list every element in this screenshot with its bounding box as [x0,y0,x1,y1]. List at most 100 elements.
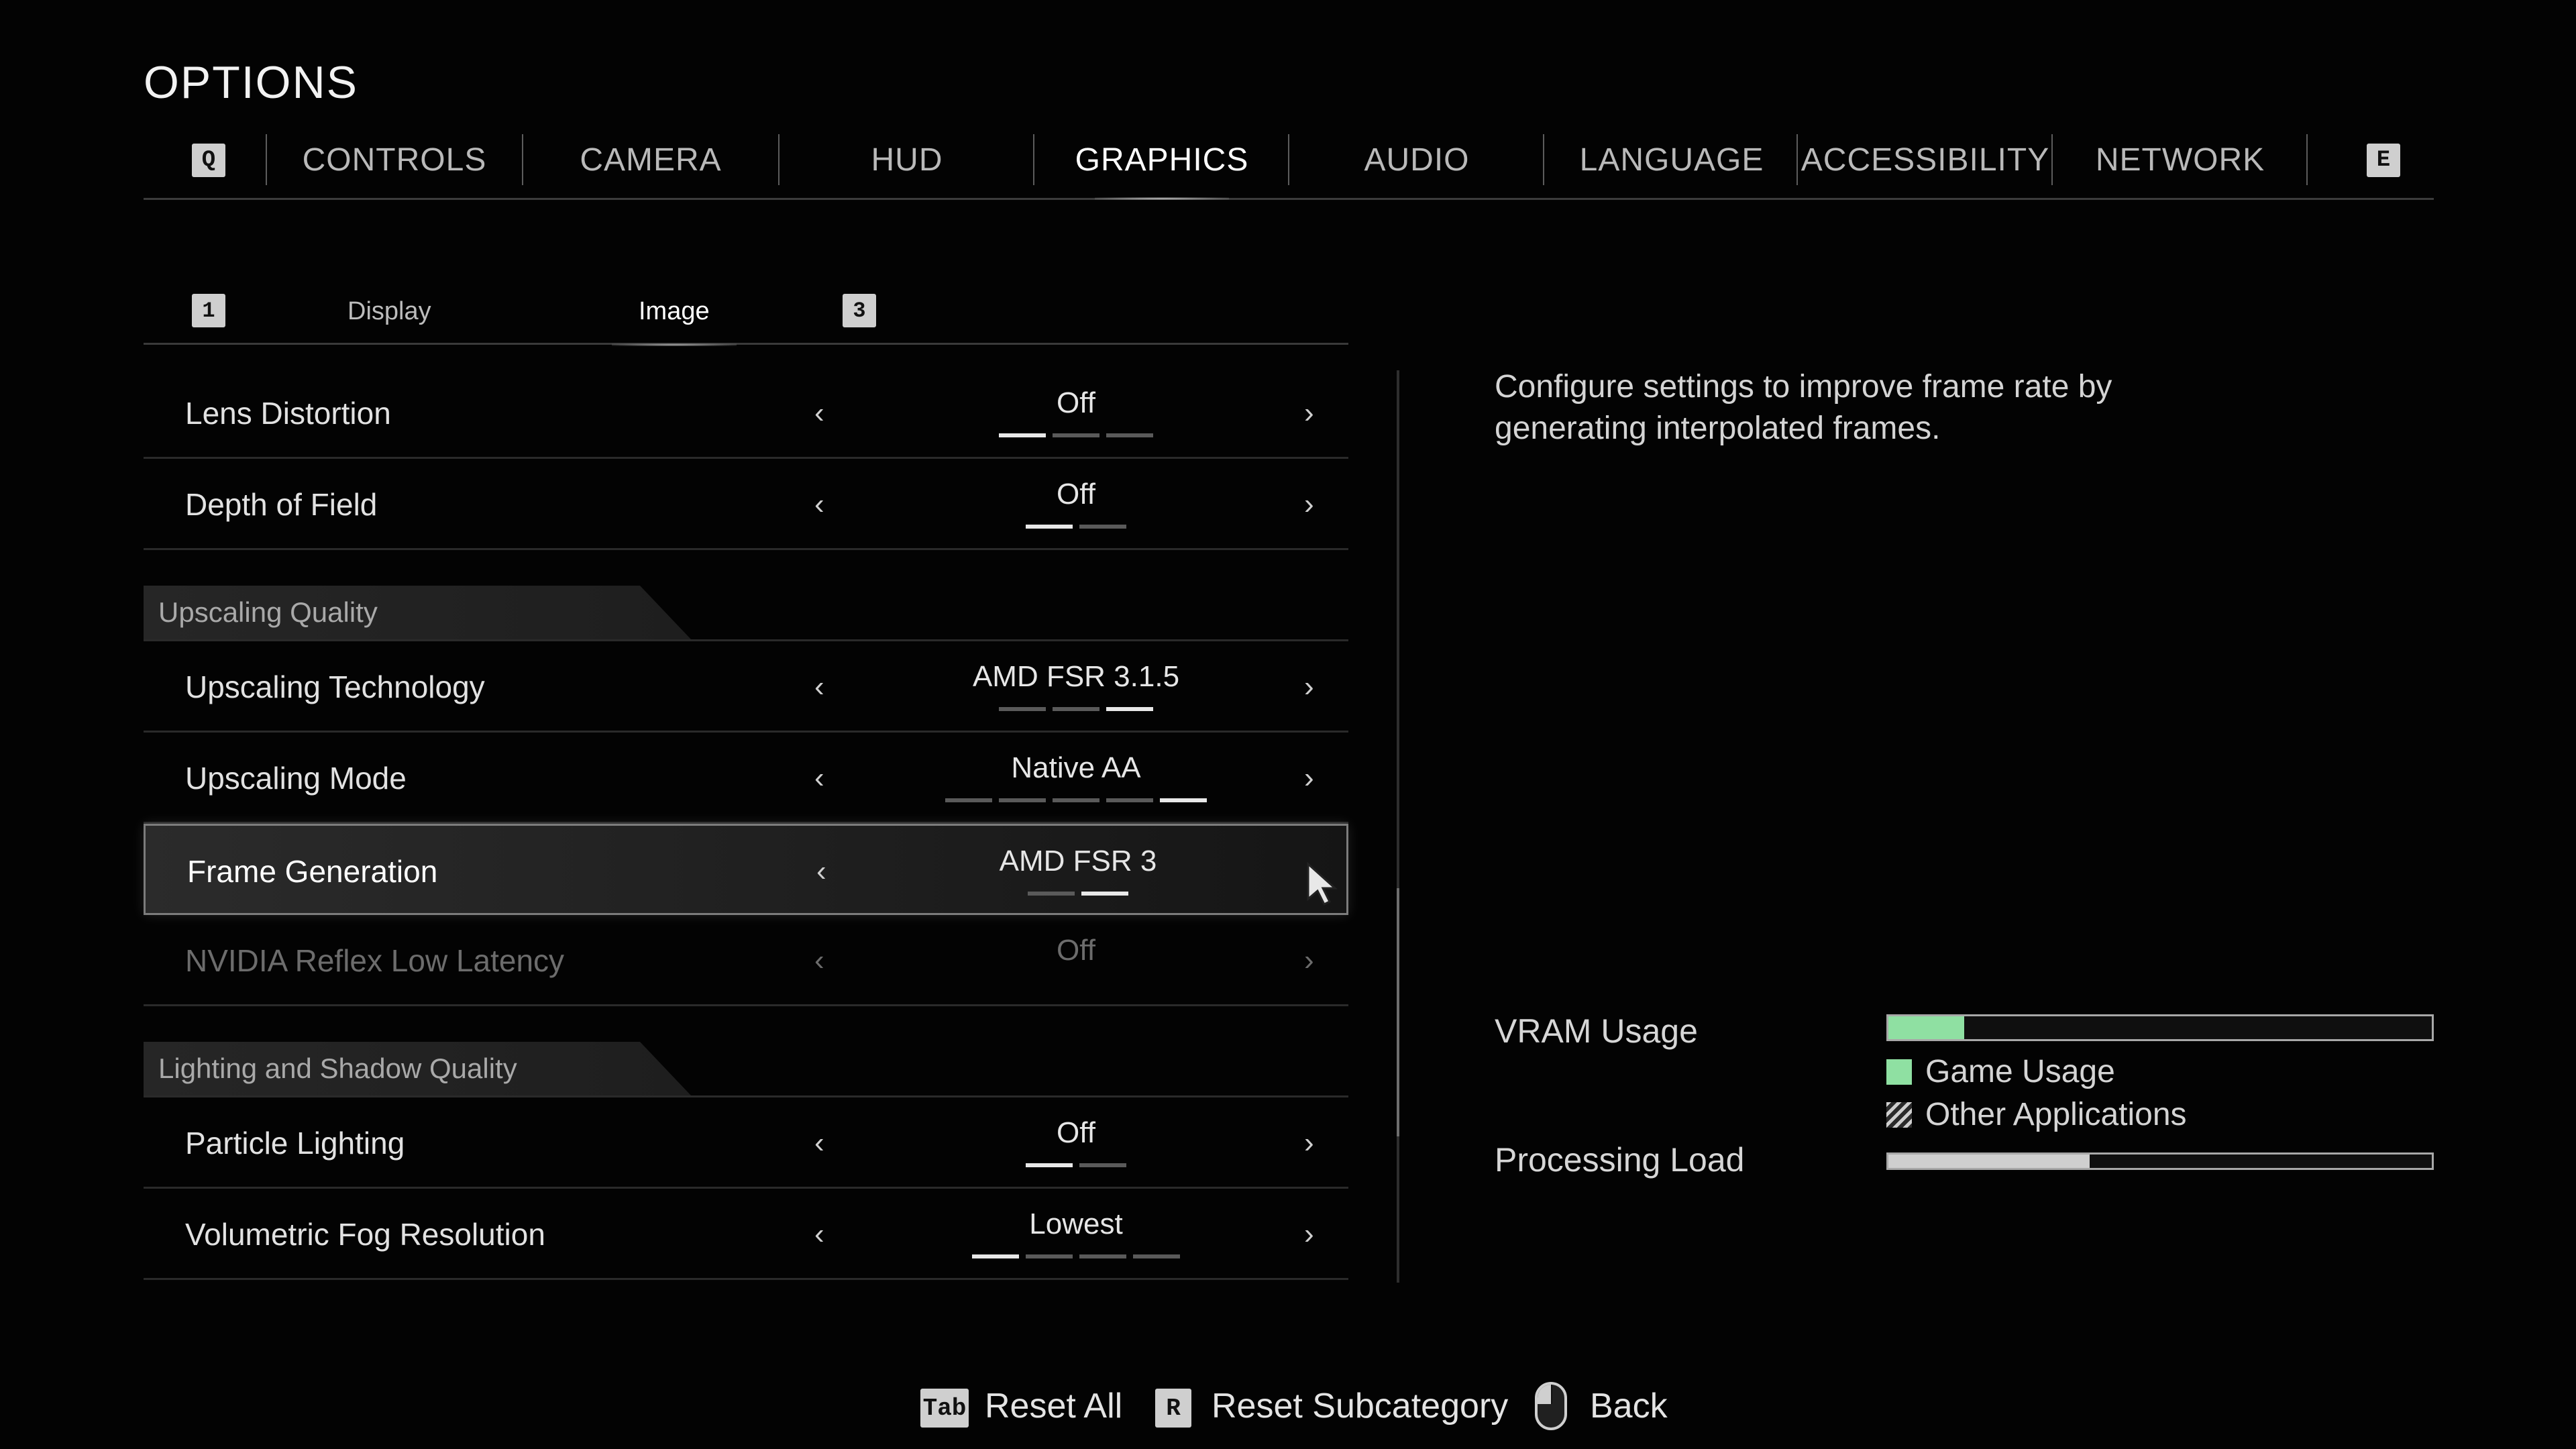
next-subtab-key[interactable]: 3 [843,294,876,327]
tab-divider [2306,134,2308,185]
setting-value: AMD FSR 3 [999,845,1157,877]
setting-row-nvidia-reflex: NVIDIA Reflex Low Latency ‹ Off › [144,915,1348,1006]
tab-language[interactable]: LANGUAGE [1544,131,1799,188]
section-header: Lighting and Shadow Quality [144,1042,691,1095]
setting-row-depth-of-field[interactable]: Depth of Field ‹ Off › [144,459,1348,550]
setting-label: Particle Lighting [185,1126,405,1161]
footer-actions: Tab Reset All R Reset Subcategory Back [0,1382,2576,1436]
chevron-left-icon[interactable]: ‹ [814,733,824,824]
setting-row-frame-generation[interactable]: Frame Generation ‹ AMD FSR 3 › [144,824,1348,915]
option-indicator [875,707,1277,711]
option-pip [1081,892,1128,896]
setting-value: AMD FSR 3.1.5 [972,660,1180,693]
chevron-left-icon[interactable]: ‹ [814,1097,824,1189]
subtab-display[interactable]: Display [347,291,431,331]
option-pip [1079,1163,1126,1167]
processing-load-fill [1888,1155,2090,1168]
chevron-right-icon[interactable]: › [1304,459,1314,550]
setting-row-particle-lighting[interactable]: Particle Lighting ‹ Off › [144,1097,1348,1189]
chevron-right-icon[interactable]: › [1304,733,1314,824]
setting-value: Lowest [1029,1208,1123,1240]
option-pip [1053,433,1099,437]
vram-game-fill [1888,1016,1965,1039]
setting-label: Depth of Field [185,487,378,522]
legend-label: Other Applications [1925,1097,2187,1132]
mouse-icon [1535,1382,1567,1430]
setting-row-volumetric-fog[interactable]: Volumetric Fog Resolution ‹ Lowest › [144,1189,1348,1280]
legend-other-applications: Other Applications [1886,1096,2187,1133]
option-indicator [875,1163,1277,1167]
chevron-left-icon[interactable]: ‹ [814,368,824,459]
option-pip [1160,798,1207,802]
option-indicator [875,798,1277,802]
option-pip [1028,892,1075,896]
option-indicator [877,892,1279,896]
tab-controls[interactable]: CONTROLS [267,131,522,188]
scrollbar[interactable] [1397,370,1399,1283]
sub-tab-bar: 1 Display Image 3 [144,282,1348,346]
mouse-cursor-icon [1307,861,1338,906]
chevron-left-icon: ‹ [814,944,824,977]
setting-row-upscaling-mode[interactable]: Upscaling Mode ‹ Native AA › [144,733,1348,824]
processing-load-bar [1886,1152,2434,1170]
chevron-left-icon[interactable]: ‹ [814,641,824,733]
game-usage-swatch [1886,1059,1912,1085]
top-tab-bar: Q CONTROLS CAMERA HUD GRAPHICS AUDIO LAN… [144,131,2434,200]
next-tab-key[interactable]: E [2367,144,2400,177]
option-pip [1026,1163,1073,1167]
chevron-left-icon[interactable]: ‹ [816,826,826,917]
tab-camera[interactable]: CAMERA [523,131,778,188]
section-lighting-shadow-quality: Lighting and Shadow Quality [144,1006,1348,1097]
back-button[interactable]: Back [1590,1386,1668,1426]
chevron-left-icon[interactable]: ‹ [814,459,824,550]
chevron-right-icon: › [1304,944,1314,977]
tab-accessibility[interactable]: ACCESSIBILITY [1798,131,2053,188]
setting-value: Off [1057,478,1095,511]
tab-audio[interactable]: AUDIO [1289,131,1544,188]
prev-subtab-key[interactable]: 1 [192,294,225,327]
option-indicator [875,1254,1277,1258]
setting-row-lens-distortion[interactable]: Lens Distortion ‹ Off › [144,368,1348,459]
option-pip [1106,707,1153,711]
processing-load-label: Processing Load [1495,1141,1745,1179]
setting-row-upscaling-technology[interactable]: Upscaling Technology ‹ AMD FSR 3.1.5 › [144,641,1348,733]
option-pip [1133,1254,1180,1258]
section-header: Upscaling Quality [144,586,691,639]
option-pip [1079,525,1126,529]
chevron-right-icon[interactable]: › [1304,368,1314,459]
option-pip [999,433,1046,437]
settings-list: Lens Distortion ‹ Off › Depth of Field ‹… [144,368,1348,1280]
option-pip [1106,433,1153,437]
option-pip [1053,798,1099,802]
chevron-right-icon[interactable]: › [1304,1189,1314,1280]
chevron-right-icon[interactable]: › [1304,1097,1314,1189]
setting-label: Upscaling Technology [185,669,485,704]
option-pip [1026,1254,1073,1258]
option-pip [1053,707,1099,711]
setting-value: Native AA [1011,751,1141,784]
option-pip [999,707,1046,711]
setting-value: Off [1057,1116,1095,1149]
setting-label: Upscaling Mode [185,761,407,796]
legend-label: Game Usage [1925,1054,2115,1089]
setting-label: Frame Generation [187,854,438,889]
other-apps-swatch [1886,1102,1912,1128]
legend-game-usage: Game Usage [1886,1053,2115,1090]
reset-subcategory-button[interactable]: Reset Subcategory [1212,1386,1508,1426]
option-pip [1079,1254,1126,1258]
vram-usage-label: VRAM Usage [1495,1012,1698,1050]
option-pip [945,798,992,802]
option-pip [972,1254,1019,1258]
setting-value: Off [1057,386,1095,419]
prev-tab-key[interactable]: Q [192,144,225,177]
chevron-left-icon[interactable]: ‹ [814,1189,824,1280]
tab-network[interactable]: NETWORK [2053,131,2308,188]
reset-all-button[interactable]: Reset All [985,1386,1122,1426]
subtab-image[interactable]: Image [612,291,737,346]
tab-hud[interactable]: HUD [780,131,1034,188]
tab-graphics[interactable]: GRAPHICS [1034,131,1289,200]
section-upscaling-quality: Upscaling Quality [144,550,1348,641]
chevron-right-icon[interactable]: › [1304,641,1314,733]
option-indicator [875,433,1277,437]
scrollbar-thumb[interactable] [1397,888,1399,1136]
